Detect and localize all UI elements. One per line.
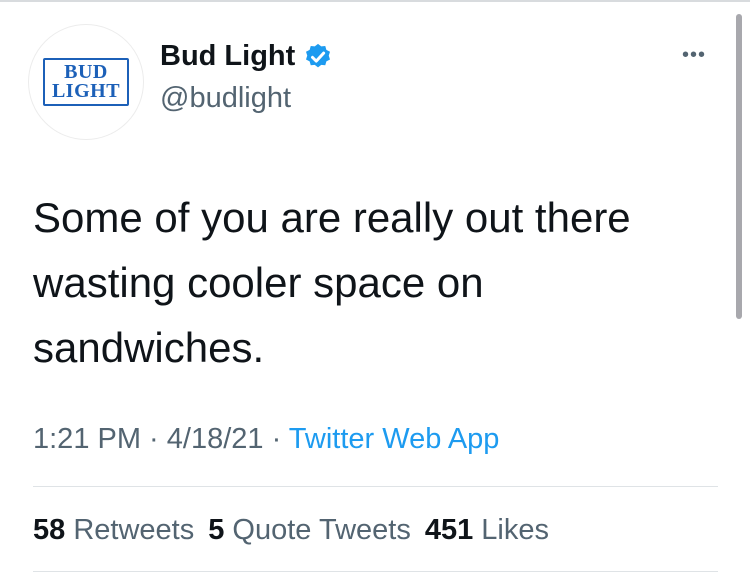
meta-divider <box>33 486 718 487</box>
logo-line-2: LIGHT <box>51 80 121 102</box>
verified-badge-icon <box>306 43 331 67</box>
likes-stat[interactable]: 451 Likes <box>425 514 549 546</box>
display-name-text: Bud Light <box>160 40 296 72</box>
tweet-text: Some of you are really out there wasting… <box>33 194 631 371</box>
meta-separator: · <box>263 423 289 455</box>
scrollbar[interactable] <box>736 14 742 319</box>
avatar[interactable]: BUD LIGHT <box>28 24 144 140</box>
more-options-icon[interactable]: ••• <box>682 44 706 67</box>
quote-tweets-label: Quote Tweets <box>232 514 411 546</box>
top-divider <box>0 0 750 2</box>
likes-label: Likes <box>481 514 549 546</box>
tweet-source-link[interactable]: Twitter Web App <box>289 423 500 455</box>
user-handle[interactable]: @budlight <box>160 82 291 115</box>
display-name[interactable]: Bud Light <box>160 40 333 73</box>
retweets-stat[interactable]: 58 Retweets <box>33 514 194 546</box>
quote-tweets-count: 5 <box>208 514 225 546</box>
engagement-stats: 58 Retweets 5 Quote Tweets 451 Likes <box>33 514 549 547</box>
stats-divider <box>33 571 718 572</box>
retweets-count: 58 <box>33 514 66 546</box>
tweet-time[interactable]: 1:21 PM <box>33 423 141 455</box>
tweet-date[interactable]: 4/18/21 <box>167 423 264 455</box>
likes-count: 451 <box>424 514 474 546</box>
bud-light-logo: BUD LIGHT <box>43 58 129 106</box>
tweet-meta: 1:21 PM · 4/18/21 · Twitter Web App <box>33 423 499 456</box>
quote-tweets-stat[interactable]: 5 Quote Tweets <box>208 514 411 546</box>
retweets-label: Retweets <box>73 514 195 546</box>
meta-separator: · <box>141 423 167 455</box>
